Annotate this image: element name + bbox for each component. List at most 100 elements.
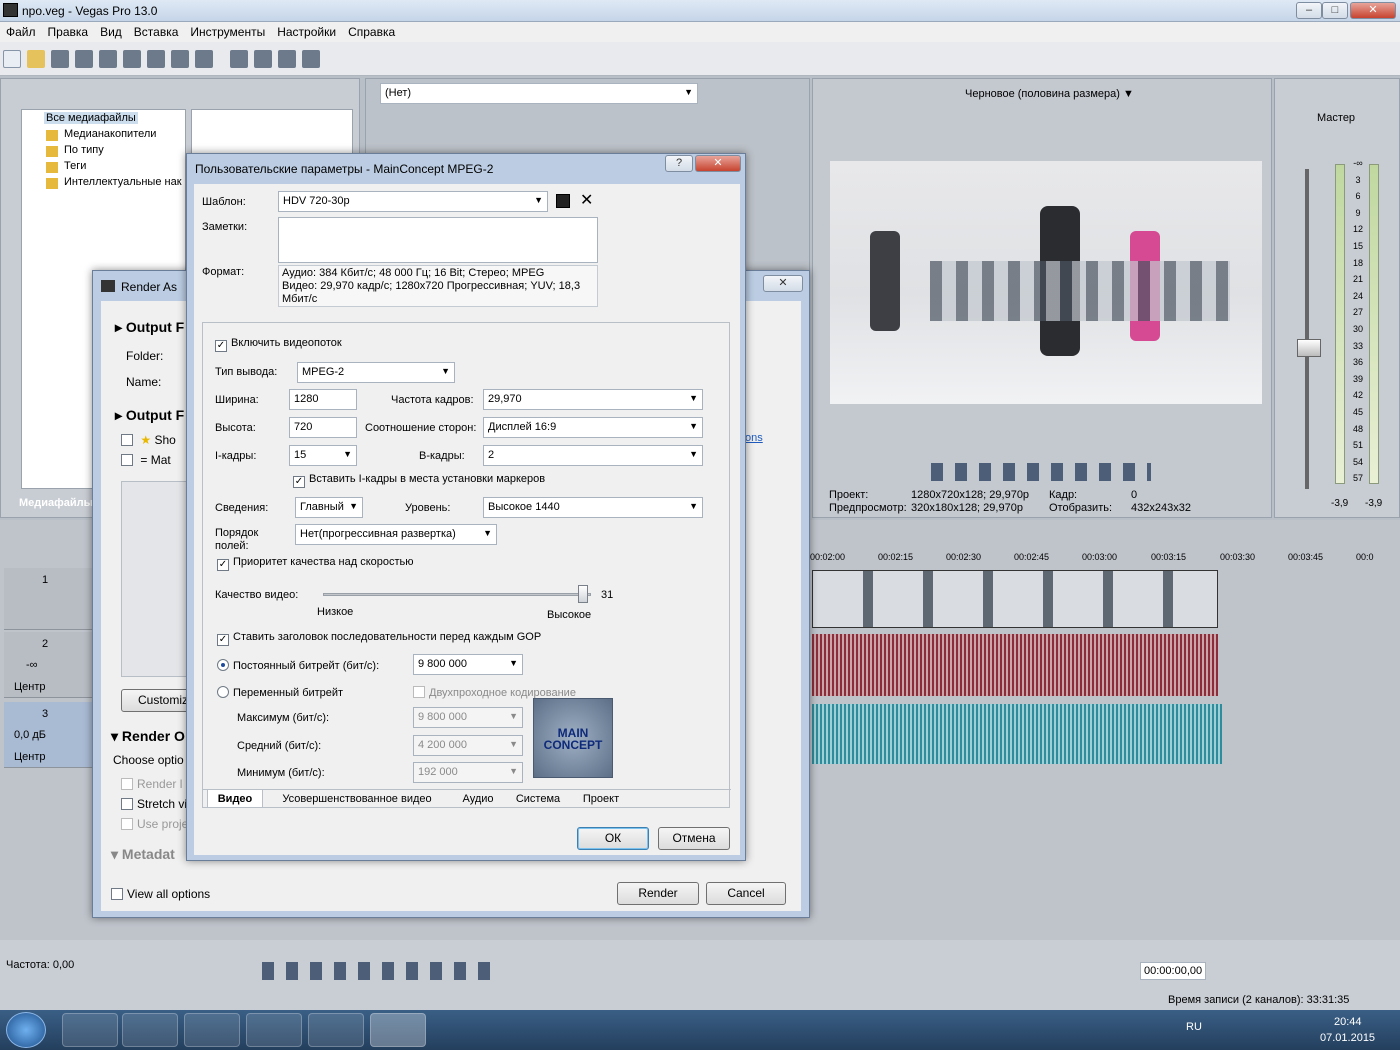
- explorer-taskbar-icon[interactable]: [62, 1013, 118, 1047]
- max-combo[interactable]: 9 800 000 ▼: [413, 707, 523, 728]
- cbr-option[interactable]: Постоянный битрейт (бит/с):: [217, 659, 379, 672]
- track-header-3[interactable]: 3 0,0 дБ Центр: [4, 702, 94, 768]
- trimmer-combo[interactable]: (Нет) ▼: [380, 83, 698, 104]
- tab-audio[interactable]: Аудио: [451, 790, 505, 808]
- render-icon[interactable]: [99, 50, 117, 68]
- ok-button[interactable]: ОК: [577, 827, 649, 850]
- save-as-icon[interactable]: [75, 50, 93, 68]
- tree-item-all-media[interactable]: Все медиафайлы: [44, 112, 138, 124]
- menu-file[interactable]: Файл: [0, 22, 42, 39]
- cut-icon[interactable]: [147, 50, 165, 68]
- tab-system[interactable]: Система: [507, 790, 569, 808]
- level-combo[interactable]: Высокое 1440 ▼: [483, 497, 703, 518]
- bframes-combo[interactable]: 2 ▼: [483, 445, 703, 466]
- vbr-option[interactable]: Переменный битрейт: [217, 686, 343, 699]
- gop-header-option[interactable]: ✓ Ставить заголовок последовательности пе…: [217, 631, 541, 646]
- show-favorites[interactable]: ★ Sho: [121, 433, 176, 447]
- menu-help[interactable]: Справка: [342, 22, 401, 39]
- avg-combo[interactable]: 4 200 000 ▼: [413, 735, 523, 756]
- help-button[interactable]: ?: [665, 155, 693, 172]
- whats-this-icon[interactable]: [302, 50, 320, 68]
- transport-controls[interactable]: [262, 962, 502, 980]
- tab-advanced-video[interactable]: Усовершенствованное видео: [265, 790, 449, 808]
- menu-view[interactable]: Вид: [94, 22, 128, 39]
- render-as-close[interactable]: ✕: [763, 275, 803, 292]
- show-checkbox[interactable]: [121, 434, 133, 446]
- notes-field[interactable]: [278, 217, 598, 263]
- menu-insert[interactable]: Вставка: [128, 22, 185, 39]
- explorer-tab[interactable]: Медиафайлы: [19, 497, 93, 509]
- media-player-taskbar-icon[interactable]: [122, 1013, 178, 1047]
- width-field[interactable]: 1280: [289, 389, 357, 410]
- profile-combo[interactable]: Главный ▼: [295, 497, 363, 518]
- copy-icon[interactable]: [171, 50, 189, 68]
- cancel-button[interactable]: Отмена: [658, 827, 730, 850]
- template-combo[interactable]: HDV 720-30p ▼: [278, 191, 548, 212]
- min-combo[interactable]: 192 000 ▼: [413, 762, 523, 783]
- open-icon[interactable]: [27, 50, 45, 68]
- maximize-button[interactable]: □: [1322, 2, 1348, 19]
- quality-priority-option[interactable]: ✓ Приоритет качества над скоростью: [217, 556, 414, 571]
- dialog-close-button[interactable]: ✕: [695, 155, 741, 172]
- timecode-field[interactable]: 00:00:00,00: [1140, 962, 1206, 980]
- start-button[interactable]: [6, 1012, 46, 1048]
- menu-edit[interactable]: Правка: [42, 22, 95, 39]
- clock-time[interactable]: 20:44: [1334, 1016, 1362, 1028]
- output-type-combo[interactable]: MPEG-2 ▼: [297, 362, 455, 383]
- tab-project[interactable]: Проект: [571, 790, 631, 808]
- audio-clips-track2[interactable]: [812, 634, 1218, 696]
- customize-template-button[interactable]: Customiz: [121, 689, 189, 712]
- vegas-taskbar-icon[interactable]: [370, 1013, 426, 1047]
- field-order-combo[interactable]: Нет(прогрессивная развертка) ▼: [295, 524, 497, 545]
- aspect-combo[interactable]: Дисплей 16:9 ▼: [483, 417, 703, 438]
- clock-date[interactable]: 07.01.2015: [1320, 1032, 1375, 1044]
- render-loop-option[interactable]: Render l: [121, 777, 182, 791]
- master-fader-handle[interactable]: [1297, 339, 1321, 357]
- minimize-button[interactable]: –: [1296, 2, 1322, 19]
- properties-icon[interactable]: [123, 50, 141, 68]
- tree-item-tags[interactable]: Теги: [64, 160, 86, 172]
- redo-icon[interactable]: [254, 50, 272, 68]
- insert-iframes-option[interactable]: ✓ Вставить I-кадры в места установки марк…: [293, 473, 545, 488]
- tree-item-by-type[interactable]: По типу: [64, 144, 104, 156]
- use-project-option[interactable]: Use proje: [121, 817, 188, 831]
- firefox-taskbar-icon[interactable]: [184, 1013, 240, 1047]
- skype-taskbar-icon[interactable]: [308, 1013, 364, 1047]
- close-button[interactable]: ✕: [1350, 2, 1396, 19]
- save-icon[interactable]: [51, 50, 69, 68]
- render-cancel-button[interactable]: Cancel: [706, 882, 786, 905]
- undo-icon[interactable]: [230, 50, 248, 68]
- new-icon[interactable]: [3, 50, 21, 68]
- link-text[interactable]: ons: [745, 432, 763, 444]
- paste-icon[interactable]: [195, 50, 213, 68]
- match-settings[interactable]: = Mat: [121, 453, 171, 467]
- trim-icon[interactable]: [278, 50, 296, 68]
- delete-template-icon[interactable]: ✕: [580, 190, 593, 210]
- aspect-label: Соотношение сторон:: [365, 422, 477, 434]
- track-header-1[interactable]: 1: [4, 568, 94, 630]
- stretch-video-option[interactable]: Stretch vi: [121, 797, 187, 811]
- menu-bar: Файл Правка Вид Вставка Инструменты Настройки…: [0, 22, 1400, 42]
- save-template-icon[interactable]: [556, 194, 570, 208]
- quality-slider-thumb[interactable]: [578, 585, 588, 603]
- video-clips[interactable]: [812, 570, 1218, 628]
- preview-quality[interactable]: Черновое (половина размера) ▼: [965, 88, 1134, 100]
- fps-combo[interactable]: 29,970 ▼: [483, 389, 703, 410]
- include-video-option[interactable]: ✓ Включить видеопоток: [215, 337, 342, 352]
- view-all-options[interactable]: View all options: [111, 887, 210, 901]
- menu-tools[interactable]: Инструменты: [184, 22, 271, 39]
- tree-item-media-bins[interactable]: Медианакопители: [64, 128, 156, 140]
- visual-studio-taskbar-icon[interactable]: [246, 1013, 302, 1047]
- tab-video[interactable]: Видео: [207, 790, 263, 808]
- track-header-2[interactable]: 2 -∞ Центр: [4, 632, 94, 698]
- menu-options[interactable]: Настройки: [271, 22, 342, 39]
- cbr-combo[interactable]: 9 800 000 ▼: [413, 654, 523, 675]
- iframes-combo[interactable]: 15 ▼: [289, 445, 357, 466]
- ruler-tick: 00:02:00: [810, 552, 846, 562]
- language-indicator[interactable]: RU: [1186, 1021, 1202, 1033]
- render-button[interactable]: Render: [617, 882, 699, 905]
- tree-item-smart[interactable]: Интеллектуальные нак: [64, 176, 182, 188]
- audio-clips-track3[interactable]: [812, 704, 1222, 764]
- height-field[interactable]: 720: [289, 417, 357, 438]
- match-checkbox[interactable]: [121, 454, 133, 466]
